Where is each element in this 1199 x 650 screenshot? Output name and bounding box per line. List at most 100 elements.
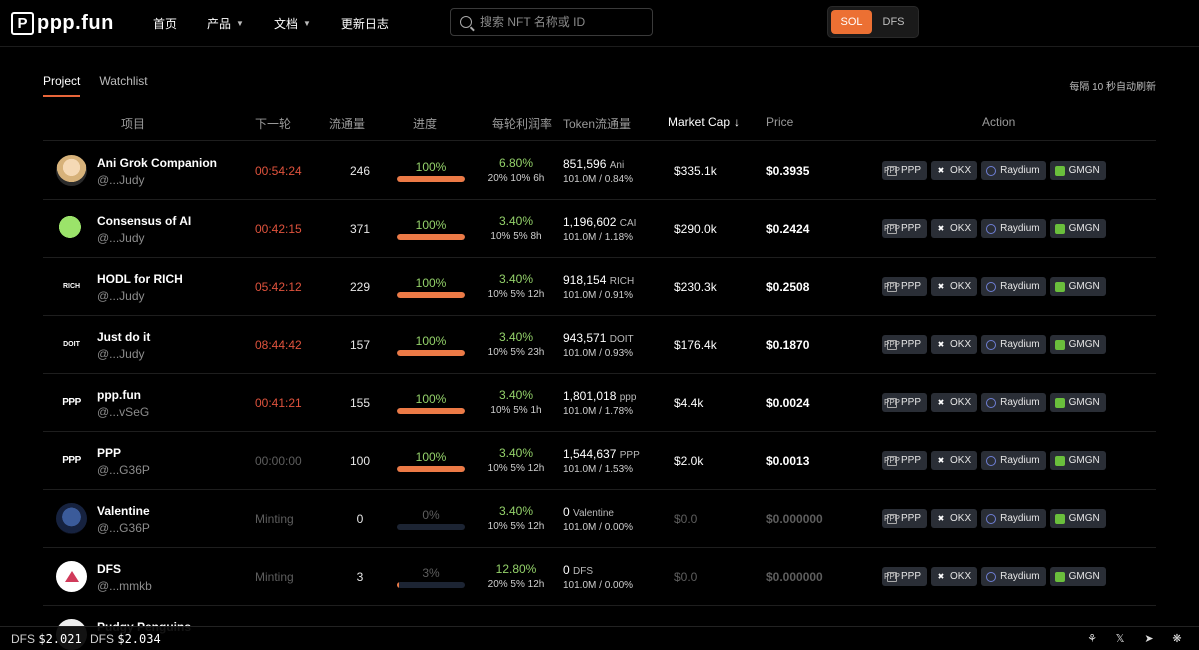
action-okx-button[interactable]: ✖ OKX: [931, 451, 978, 470]
project-name[interactable]: HODL for RICH: [97, 272, 183, 286]
table-row[interactable]: PPP PPP @...G36P 00:00:00 100 100% 3.40% 10% 5%…: [43, 432, 1156, 490]
toggle-sol[interactable]: SOL: [831, 10, 872, 34]
table-row[interactable]: Valentine @...G36P Minting 0 0% 3.40% 10% 5% 1…: [43, 490, 1156, 548]
yield-rate: 3.40%: [498, 272, 534, 286]
action-raydium-button[interactable]: Raydium: [981, 277, 1046, 296]
token-symbol: CAI: [619, 218, 637, 229]
table-row[interactable]: Consensus of AI @...Judy 00:42:15 371 100% 3.…: [43, 200, 1156, 258]
action-gmgn-button[interactable]: GMGN: [1049, 335, 1106, 354]
col-circulation[interactable]: 流通量: [329, 115, 365, 132]
action-label: PPP: [901, 513, 922, 524]
action-gmgn-button[interactable]: GMGN: [1049, 451, 1106, 470]
action-ppp-button[interactable]: PPP PPP: [882, 509, 928, 528]
action-label: Raydium: [1000, 339, 1040, 350]
project-name[interactable]: DFS: [97, 562, 121, 576]
col-yield[interactable]: 每轮利润率: [492, 115, 552, 132]
table-row[interactable]: PPP ppp.fun @...vSeG 00:41:21 155 100% 3.40% 10…: [43, 374, 1156, 432]
action-raydium-button[interactable]: Raydium: [981, 393, 1046, 412]
action-ppp-button[interactable]: PPP PPP: [882, 393, 928, 412]
col-price[interactable]: Price: [766, 115, 793, 129]
project-name[interactable]: PPP: [97, 446, 121, 460]
project-name[interactable]: ppp.fun: [97, 388, 141, 402]
progress-bar: [397, 350, 465, 356]
token-amount: 851,596: [563, 157, 607, 171]
nav-changelog[interactable]: 更新日志: [341, 15, 389, 32]
action-ppp-button[interactable]: PPP PPP: [882, 277, 928, 296]
action-group: PPP PPP ✖ OKX Raydium GMGN: [882, 393, 1110, 412]
project-name[interactable]: Valentine: [97, 504, 150, 518]
action-raydium-button[interactable]: Raydium: [981, 335, 1046, 354]
table-row[interactable]: DOIT Just do it @...Judy 08:44:42 157 100% 3.4…: [43, 316, 1156, 374]
action-ppp-button[interactable]: PPP PPP: [882, 567, 928, 586]
price-value: $0.000000: [766, 570, 823, 584]
tab-watchlist[interactable]: Watchlist: [99, 74, 147, 97]
next-round-timer: 05:42:12: [255, 280, 302, 294]
action-gmgn-button[interactable]: GMGN: [1049, 509, 1106, 528]
token-cell: 0 DFS 101.0M / 0.00%: [563, 563, 633, 591]
market-cap-value: $0.0: [674, 512, 698, 526]
col-token-circulation[interactable]: Token流通量: [563, 115, 631, 132]
action-ppp-button[interactable]: PPP PPP: [882, 161, 928, 180]
project-avatar: [56, 213, 87, 244]
ppp-icon: PPP: [884, 281, 901, 292]
action-gmgn-button[interactable]: GMGN: [1049, 277, 1106, 296]
tab-project[interactable]: Project: [43, 74, 81, 97]
action-okx-button[interactable]: ✖ OKX: [931, 161, 978, 180]
project-owner: @...G36P: [97, 521, 150, 535]
project-name[interactable]: Ani Grok Companion: [97, 156, 217, 170]
search-input[interactable]: [480, 15, 640, 29]
nav-docs[interactable]: 文档 ▼: [274, 15, 311, 32]
progress-label: 100%: [415, 276, 447, 290]
x-icon[interactable]: 𝕏: [1113, 631, 1127, 645]
link-icon[interactable]: ⚘: [1085, 631, 1099, 645]
ticker-symbol: DFS: [90, 632, 114, 646]
price-value: $0.2508: [766, 280, 810, 294]
progress-fill: [397, 350, 465, 356]
col-next-round[interactable]: 下一轮: [255, 115, 291, 132]
action-okx-button[interactable]: ✖ OKX: [931, 277, 978, 296]
nav-home[interactable]: 首页: [153, 15, 177, 32]
action-ppp-button[interactable]: PPP PPP: [882, 451, 928, 470]
action-gmgn-button[interactable]: GMGN: [1049, 393, 1106, 412]
action-okx-button[interactable]: ✖ OKX: [931, 219, 978, 238]
action-label: Raydium: [1000, 397, 1040, 408]
action-okx-button[interactable]: ✖ OKX: [931, 335, 978, 354]
action-okx-button[interactable]: ✖ OKX: [931, 393, 978, 412]
logo[interactable]: P ppp.fun: [11, 12, 114, 35]
yield-cell: 3.40% 10% 5% 12h: [481, 272, 551, 300]
gmgn-icon: [1054, 571, 1065, 582]
token-cell: 1,544,637 PPP 101.0M / 1.53%: [563, 447, 640, 475]
table-row[interactable]: Ani Grok Companion @...Judy 00:54:24 246 100…: [43, 142, 1156, 200]
action-raydium-button[interactable]: Raydium: [981, 161, 1046, 180]
ppp-icon: PPP: [884, 397, 901, 408]
table-row[interactable]: RICH HODL for RICH @...Judy 05:42:12 229 100%…: [43, 258, 1156, 316]
project-name[interactable]: Just do it: [97, 330, 150, 344]
action-gmgn-button[interactable]: GMGN: [1049, 219, 1106, 238]
next-round-timer: 00:54:24: [255, 164, 302, 178]
action-okx-button[interactable]: ✖ OKX: [931, 509, 978, 528]
action-raydium-button[interactable]: Raydium: [981, 509, 1046, 528]
settings-icon[interactable]: ❋: [1170, 631, 1184, 645]
yield-breakdown: 10% 5% 8h: [490, 231, 542, 242]
progress-bar: [397, 466, 465, 472]
auto-refresh-note: 每隔 10 秒自动刷新: [1069, 82, 1156, 93]
action-okx-button[interactable]: ✖ OKX: [931, 567, 978, 586]
action-raydium-button[interactable]: Raydium: [981, 219, 1046, 238]
col-progress[interactable]: 进度: [413, 115, 437, 132]
project-name[interactable]: Consensus of AI: [97, 214, 191, 228]
col-market-cap[interactable]: Market Cap ↓: [668, 115, 740, 129]
nav-products[interactable]: 产品 ▼: [207, 15, 244, 32]
action-label: GMGN: [1068, 223, 1100, 234]
progress-fill: [397, 582, 400, 588]
toggle-dfs[interactable]: DFS: [872, 10, 915, 34]
avatar-text: DOIT: [63, 341, 80, 348]
action-raydium-button[interactable]: Raydium: [981, 451, 1046, 470]
action-gmgn-button[interactable]: GMGN: [1049, 161, 1106, 180]
currency-toggle: SOL DFS: [827, 6, 919, 38]
table-row[interactable]: DFS @...mmkb Minting 3 3% 12.80% 20% 5% 12h 0 D…: [43, 548, 1156, 606]
telegram-icon[interactable]: ➤: [1142, 631, 1156, 645]
action-ppp-button[interactable]: PPP PPP: [882, 335, 928, 354]
action-gmgn-button[interactable]: GMGN: [1049, 567, 1106, 586]
action-ppp-button[interactable]: PPP PPP: [882, 219, 928, 238]
action-raydium-button[interactable]: Raydium: [981, 567, 1046, 586]
